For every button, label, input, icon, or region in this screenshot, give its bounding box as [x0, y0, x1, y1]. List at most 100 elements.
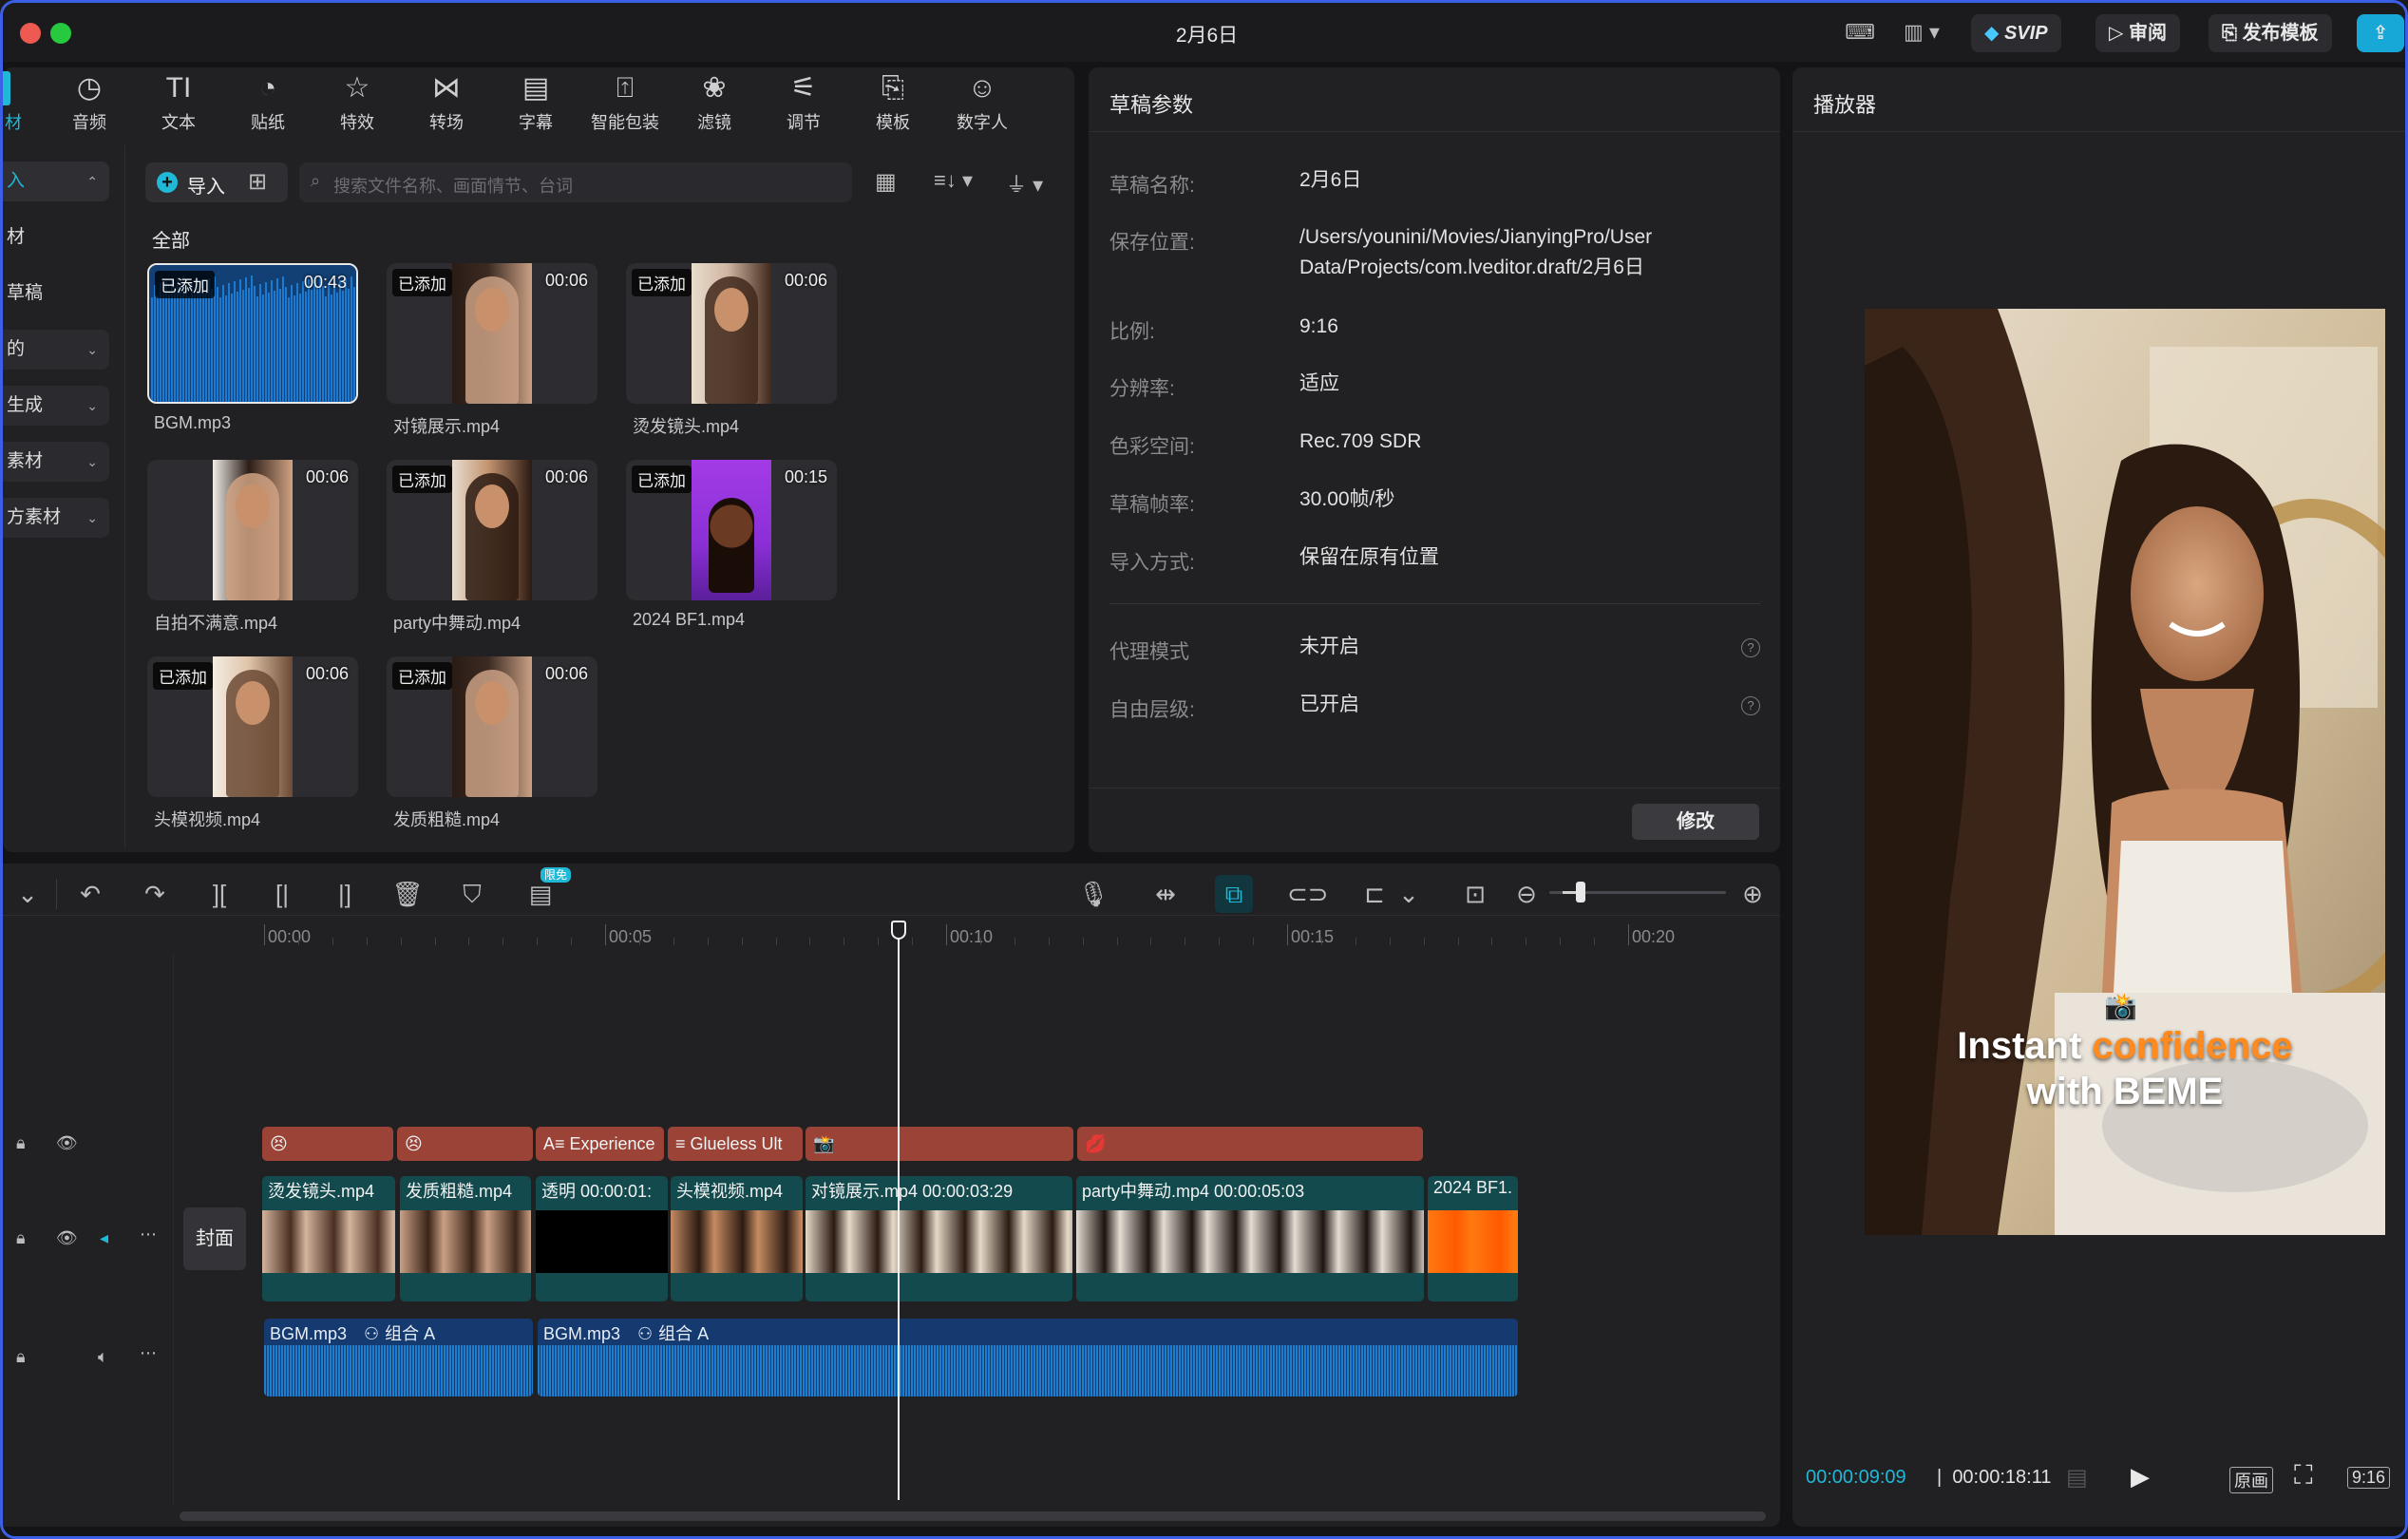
playhead[interactable]	[898, 924, 900, 1500]
effect-clip[interactable]: 💋	[1077, 1127, 1423, 1161]
ratio-button[interactable]: 9:16	[2347, 1467, 2391, 1489]
publish-template-button[interactable]: ⎘ 发布模板	[2209, 14, 2332, 52]
redo-icon[interactable]: ↷	[136, 875, 174, 913]
video-clip[interactable]: party中舞动.mp4 00:00:05:03	[1076, 1176, 1424, 1302]
effect-clip[interactable]: 📸	[806, 1127, 1073, 1161]
effect-clip[interactable]: 😣	[262, 1127, 393, 1161]
media-item[interactable]: 已添加 00:15	[626, 460, 837, 600]
more-icon-audio[interactable]: ⋯	[140, 1343, 157, 1363]
media-item[interactable]: 已添加 00:06	[387, 656, 597, 797]
media-item[interactable]: 00:06	[147, 460, 358, 600]
view-mode-icon[interactable]: ▦	[875, 168, 897, 196]
draft-value: 未开启	[1299, 636, 1359, 657]
snap-icon[interactable]: ⇹	[1147, 875, 1185, 913]
ruler-minor-tick	[1389, 938, 1391, 945]
media-item[interactable]: 已添加 00:43	[147, 263, 358, 404]
original-quality-button[interactable]: 原画	[2229, 1467, 2273, 1493]
video-clip[interactable]: 透明 00:00:01:	[536, 1176, 668, 1302]
effect-clip[interactable]: A≡ Experience	[536, 1127, 664, 1161]
video-clip[interactable]: 发质粗糙.mp4	[400, 1176, 531, 1302]
tab-media-partial[interactable]: 材	[5, 109, 22, 134]
tab-10[interactable]: ⎘ 模板	[850, 69, 936, 134]
eye-icon-video[interactable]: 👁︎	[56, 1228, 78, 1248]
delete-icon[interactable]: 🗑︎	[389, 875, 427, 913]
tab-5[interactable]: ⋈ 转场	[404, 69, 489, 134]
sort-icon[interactable]: ≡↓ ▾	[934, 168, 973, 193]
help-icon[interactable]: ?	[1741, 638, 1760, 657]
tab-2[interactable]: TI 文本	[136, 69, 221, 134]
timeline-scrollbar[interactable]	[180, 1511, 1766, 1521]
trim-left-icon[interactable]: [|	[263, 875, 301, 913]
zoom-in-icon[interactable]: ⊕	[1734, 875, 1772, 913]
zoom-slider-thumb[interactable]	[1576, 882, 1585, 902]
total-time: | 00:00:18:11	[1937, 1467, 2052, 1488]
waveform-icon[interactable]: ▤	[2066, 1464, 2088, 1492]
video-clip[interactable]: 2024 BF1.	[1428, 1176, 1518, 1302]
tab-6[interactable]: ▤ 字幕	[493, 69, 578, 134]
tab-11[interactable]: ☺ 数字人	[939, 69, 1025, 134]
video-clip[interactable]: 烫发镜头.mp4	[262, 1176, 395, 1302]
layout-icon[interactable]: ▥ ▾	[1898, 18, 1945, 47]
video-clip[interactable]: 对镜展示.mp4 00:00:03:29	[806, 1176, 1072, 1302]
tab-4[interactable]: ☆ 特效	[314, 69, 400, 134]
filter-icon[interactable]: ⏚ ▾	[1006, 168, 1043, 199]
sidebar-item-6[interactable]: 素材 ⌄	[3, 442, 109, 482]
video-clip[interactable]: 头模视频.mp4	[671, 1176, 803, 1302]
tab-3[interactable]: ◔ 贴纸	[225, 69, 311, 134]
main-track-magnet-icon[interactable]: ⧉	[1215, 875, 1253, 913]
sidebar-item-4[interactable]: 的 ⌄	[3, 330, 109, 370]
lock-icon-audio[interactable]: 🔒︎	[16, 1347, 26, 1367]
sidebar-item-7[interactable]: 方素材 ⌄	[3, 498, 109, 538]
effect-clip[interactable]: ≡ Glueless Ult	[668, 1127, 803, 1161]
fullscreen-icon[interactable]: ⛶	[2294, 1460, 2313, 1492]
keyboard-icon[interactable]: ⌨	[1844, 18, 1876, 47]
review-button[interactable]: ▷ 审阅	[2095, 14, 2180, 52]
trim-right-icon[interactable]: |]	[326, 875, 364, 913]
undo-icon[interactable]: ↶	[71, 875, 109, 913]
search-input[interactable]: 搜索文件名称、画面情节、台词	[333, 173, 573, 198]
lock-icon-fx[interactable]: 🔒︎	[16, 1133, 26, 1153]
eye-icon-fx[interactable]: 👁︎	[56, 1133, 78, 1153]
svip-button[interactable]: ◆ SVIP	[1971, 14, 2061, 52]
preview-axis-icon[interactable]: ⊏	[1356, 875, 1394, 913]
more-icon-video[interactable]: ⋯	[140, 1225, 157, 1244]
lock-icon-video[interactable]: 🔒︎	[16, 1228, 26, 1248]
modify-button[interactable]: 修改	[1632, 804, 1759, 840]
zoom-out-icon[interactable]: ⊖	[1507, 875, 1545, 913]
link-icon[interactable]: ⊂⊃	[1287, 875, 1329, 913]
export-button[interactable]: ⇪	[2357, 14, 2404, 52]
tab-8[interactable]: ❀ 滤镜	[672, 69, 757, 134]
grid-icon[interactable]: ⊞	[248, 168, 267, 196]
sidebar-item-5[interactable]: 生成 ⌄	[3, 386, 109, 426]
import-button[interactable]: 导入	[187, 171, 225, 199]
playhead-handle[interactable]	[891, 921, 906, 940]
cover-button[interactable]: 封面	[183, 1207, 246, 1270]
zoom-fit-icon[interactable]: ⊡	[1456, 875, 1494, 913]
shield-icon[interactable]: ⛉	[453, 875, 491, 913]
media-item[interactable]: 已添加 00:06	[147, 656, 358, 797]
tab-1[interactable]: ◷ 音频	[47, 69, 132, 134]
sidebar-item-2[interactable]: 材	[3, 218, 109, 257]
effect-clip[interactable]: 😣	[397, 1127, 533, 1161]
volume-icon-audio[interactable]: 🔈︎	[98, 1347, 108, 1367]
audio-clip[interactable]: BGM.mp3 ⚇ 组合 A	[264, 1319, 533, 1396]
audio-clip[interactable]: BGM.mp3 ⚇ 组合 A	[538, 1319, 1518, 1396]
preview-axis-chevron-icon[interactable]: ⌄	[1390, 875, 1428, 913]
media-item[interactable]: 已添加 00:06	[387, 460, 597, 600]
microphone-icon[interactable]: 🎙︎	[1074, 875, 1112, 913]
audio-mute-icon-video[interactable]: ◂	[100, 1228, 108, 1248]
plus-icon[interactable]: +	[157, 172, 178, 193]
media-item[interactable]: 已添加 00:06	[387, 263, 597, 404]
help-icon[interactable]: ?	[1741, 696, 1760, 715]
tab-7[interactable]: ⍐ 智能包装	[582, 69, 668, 134]
search-box[interactable]: ⌕ 搜索文件名称、画面情节、台词	[299, 162, 852, 202]
sidebar-item-1[interactable]: 入 ⌃	[3, 162, 109, 201]
split-icon[interactable]: ][	[200, 875, 238, 913]
media-item[interactable]: 已添加 00:06	[626, 263, 837, 404]
tab-9[interactable]: ⚟ 调节	[761, 69, 846, 134]
sidebar-item-3[interactable]: 草稿	[3, 274, 109, 314]
face-shape	[236, 484, 270, 528]
play-icon[interactable]: ▶	[2131, 1462, 2150, 1492]
collapse-icon[interactable]: ⌄	[9, 875, 47, 913]
video-preview[interactable]: Instant confidence with BEME 📸	[1865, 309, 2385, 1235]
